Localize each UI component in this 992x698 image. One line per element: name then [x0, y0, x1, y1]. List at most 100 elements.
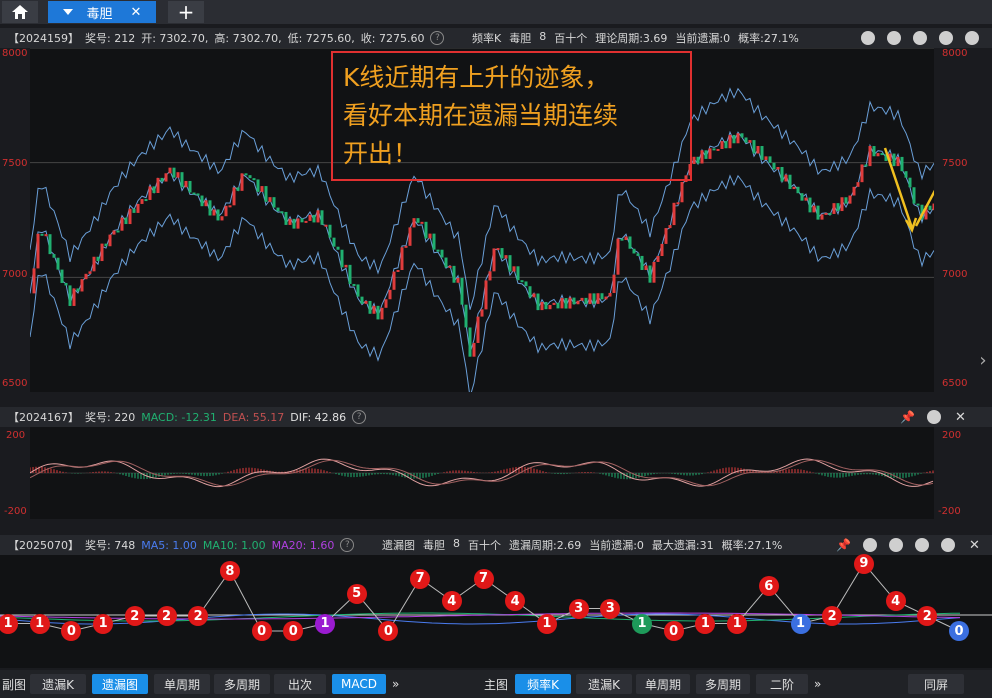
pen-icon[interactable] — [861, 31, 875, 45]
expand-panel-button[interactable]: › — [974, 340, 992, 380]
undo-icon[interactable] — [862, 538, 877, 552]
annotation-line: K线近期有上升的迹象， — [343, 63, 610, 92]
undo-icon[interactable] — [887, 31, 901, 45]
kline-brick — [352, 283, 356, 286]
btn-second-order[interactable]: 二阶 — [756, 674, 808, 694]
kline-brick — [412, 218, 416, 228]
kline-brick — [396, 269, 400, 272]
arrow-up-icon[interactable] — [913, 31, 927, 45]
btn-macd[interactable]: MACD — [332, 674, 386, 694]
btn-multi-period-main[interactable]: 多周期 — [696, 674, 750, 694]
kline-brick — [792, 186, 796, 190]
btn-multi-period[interactable]: 多周期 — [214, 674, 270, 694]
kline-brick — [508, 255, 512, 272]
kline-brick — [364, 300, 368, 304]
kline-brick — [600, 293, 604, 300]
home-button[interactable] — [2, 1, 38, 23]
kline-brick — [436, 249, 440, 252]
arrow-right-icon[interactable] — [965, 31, 979, 45]
kline-brick — [652, 261, 656, 283]
pin-icon[interactable]: 📌 — [900, 410, 915, 424]
annotation-line: 看好本期在遗漏当期连续 — [343, 101, 619, 130]
axis-label: 7500 — [2, 158, 28, 169]
help-icon[interactable]: ? — [352, 410, 367, 424]
arrow-down-icon[interactable] — [914, 538, 929, 552]
kline-brick — [256, 179, 260, 192]
kline-brick — [904, 171, 908, 178]
kline-brick — [900, 156, 904, 172]
kline-brick — [476, 316, 480, 343]
kline-brick — [404, 245, 408, 248]
kline-brick — [308, 214, 312, 221]
more-button[interactable]: » — [392, 674, 399, 694]
kline-brick — [728, 134, 732, 149]
miss-ball: 1 — [0, 613, 18, 634]
btn-single-period[interactable]: 单周期 — [154, 674, 210, 694]
kline-brick — [52, 254, 56, 258]
arrow-up-icon[interactable] — [888, 538, 903, 552]
kline-brick — [896, 156, 900, 167]
kline-brick — [772, 162, 776, 170]
btn-single-period-main[interactable]: 单周期 — [636, 674, 690, 694]
kline-brick — [608, 292, 612, 297]
pin-icon[interactable]: 📌 — [836, 538, 851, 552]
kline-brick — [916, 203, 920, 206]
btn-miss-k-main[interactable]: 遗漏K — [576, 674, 632, 694]
kline-brick — [724, 141, 728, 149]
kline-brick — [116, 230, 120, 233]
axis-label: 7000 — [2, 269, 28, 280]
kline-brick — [84, 273, 88, 280]
kline-brick — [704, 150, 708, 159]
kline-brick — [456, 277, 460, 283]
kline-brick — [908, 177, 912, 188]
high-value: 高: 7302.70, — [214, 32, 282, 45]
close-value: 收: 7275.60 — [360, 32, 425, 45]
kline-brick — [248, 175, 252, 179]
main-chart-tools — [855, 31, 985, 45]
close-icon[interactable]: ✕ — [131, 5, 142, 20]
axis-label: 6500 — [942, 378, 968, 389]
settings-icon[interactable] — [940, 538, 955, 552]
kline-brick — [912, 187, 916, 204]
axis-label: 6500 — [2, 378, 28, 389]
btn-split-screen[interactable]: 同屏 — [908, 674, 964, 694]
btn-occurrences[interactable]: 出次 — [274, 674, 326, 694]
kline-brick — [836, 203, 840, 212]
kline-brick — [580, 297, 584, 301]
kline-brick — [848, 195, 852, 204]
chevron-down-icon — [62, 9, 73, 15]
help-icon[interactable]: ? — [430, 31, 445, 45]
kline-brick — [92, 256, 96, 272]
kline-brick — [860, 164, 864, 183]
close-icon[interactable]: ✕ — [955, 410, 966, 425]
kline-brick — [244, 173, 248, 176]
kline-brick — [628, 236, 632, 249]
kline-brick — [744, 137, 748, 143]
more-button[interactable]: » — [814, 674, 821, 694]
kline-brick — [756, 146, 760, 154]
miss-info-item: 概率:27.1% — [721, 539, 783, 552]
btn-miss-chart[interactable]: 遗漏图 — [92, 674, 148, 694]
kline-brick — [536, 293, 540, 311]
kline-brick — [676, 202, 680, 205]
miss-info-item: 毒胆 — [423, 539, 445, 552]
kline-brick — [460, 277, 464, 305]
award-number: 奖号: 748 — [85, 539, 136, 552]
add-tab-button[interactable]: + — [168, 1, 204, 23]
kline-brick — [596, 293, 600, 304]
kline-brick — [852, 186, 856, 196]
kline-brick — [68, 285, 72, 306]
kline-brick — [788, 174, 792, 190]
miss-ball: 0 — [251, 621, 272, 641]
help-icon[interactable]: ? — [340, 538, 355, 552]
close-icon[interactable]: ✕ — [969, 538, 980, 553]
kline-brick — [336, 246, 340, 250]
tab-dudan[interactable]: 毒胆 ✕ — [48, 1, 156, 23]
btn-miss-k[interactable]: 遗漏K — [30, 674, 86, 694]
btn-freq-k[interactable]: 频率K — [515, 674, 571, 694]
kline-brick — [440, 249, 444, 258]
kline-brick — [540, 301, 544, 311]
arrow-down-icon[interactable] — [939, 31, 953, 45]
miss-ball: 4 — [885, 591, 906, 611]
settings-icon[interactable] — [926, 410, 941, 424]
